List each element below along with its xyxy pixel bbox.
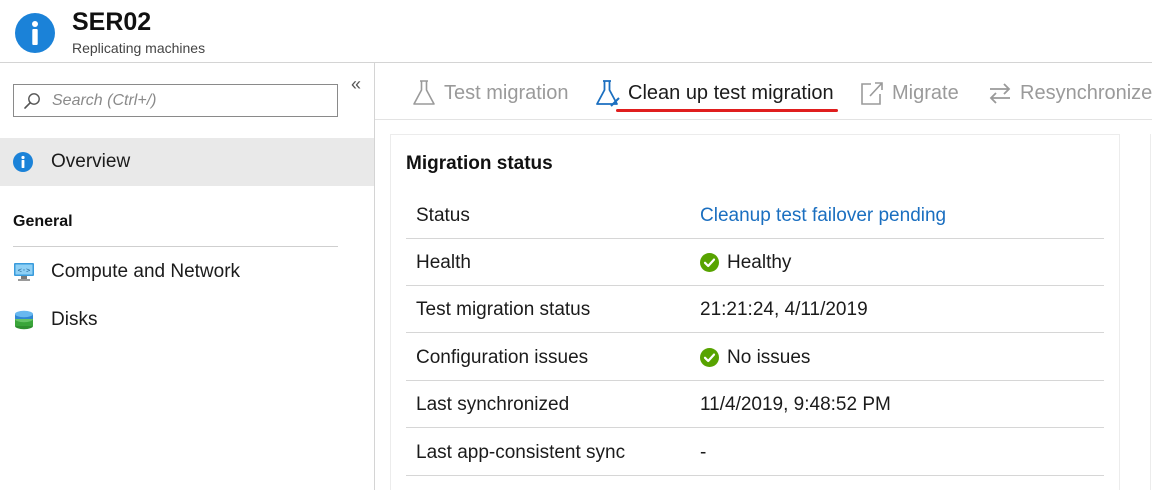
row-value: - bbox=[700, 442, 707, 463]
row-value: Healthy bbox=[727, 252, 792, 273]
button-label: Test migration bbox=[444, 82, 569, 104]
panel-edge bbox=[1150, 134, 1151, 490]
external-link-icon bbox=[861, 82, 883, 105]
compute-network-icon: <·> bbox=[14, 263, 34, 281]
sidebar-item-label: Compute and Network bbox=[51, 261, 241, 282]
migrate-button[interactable]: Migrate bbox=[859, 79, 969, 109]
row-divider bbox=[406, 332, 1104, 333]
row-divider bbox=[406, 475, 1104, 476]
panel-title: Migration status bbox=[406, 153, 553, 174]
row-key: Last app-consistent sync bbox=[416, 442, 626, 463]
resynchronize-button[interactable]: Resynchronize bbox=[987, 79, 1152, 109]
toolbar-divider bbox=[375, 119, 1152, 120]
row-key: Health bbox=[416, 252, 471, 273]
search-box[interactable] bbox=[13, 84, 338, 117]
test-migration-status-row: Test migration status 21:21:24, 4/11/201… bbox=[406, 286, 1104, 333]
highlight-underline bbox=[616, 109, 838, 112]
row-value: 11/4/2019, 9:48:52 PM bbox=[700, 394, 891, 415]
disks-icon bbox=[15, 310, 33, 330]
resync-arrows-icon bbox=[989, 83, 1011, 104]
flask-icon bbox=[413, 80, 435, 105]
sidebar-item-label: Overview bbox=[51, 151, 131, 172]
info-icon bbox=[13, 152, 33, 172]
button-label: Clean up test migration bbox=[628, 82, 834, 104]
configuration-issues-row: Configuration issues No issues bbox=[406, 334, 1104, 381]
section-divider bbox=[13, 246, 338, 247]
sidebar-section-general: General bbox=[13, 213, 73, 230]
test-migration-button[interactable]: Test migration bbox=[411, 79, 571, 109]
row-key: Test migration status bbox=[416, 299, 591, 320]
check-circle-icon bbox=[700, 348, 719, 367]
sidebar-item-compute-network[interactable]: <·> Compute and Network bbox=[0, 250, 374, 294]
button-label: Migrate bbox=[892, 82, 959, 104]
clean-up-test-migration-button[interactable]: Clean up test migration bbox=[595, 79, 835, 109]
search-input[interactable] bbox=[52, 89, 332, 113]
page-header: SER02 Replicating machines bbox=[0, 0, 1152, 62]
last-app-consistent-sync-row: Last app-consistent sync - bbox=[406, 429, 1104, 476]
flask-cleanup-icon bbox=[596, 80, 620, 107]
row-value: 21:21:24, 4/11/2019 bbox=[700, 299, 868, 320]
svg-text:<·>: <·> bbox=[18, 267, 31, 275]
collapse-sidebar-button[interactable]: « bbox=[346, 74, 366, 94]
search-icon bbox=[24, 93, 40, 109]
status-row: Status Cleanup test failover pending bbox=[406, 192, 1104, 239]
sidebar-item-disks[interactable]: Disks bbox=[0, 298, 374, 342]
row-key: Configuration issues bbox=[416, 347, 589, 368]
last-synchronized-row: Last synchronized 11/4/2019, 9:48:52 PM bbox=[406, 381, 1104, 428]
check-circle-icon bbox=[700, 253, 719, 272]
page-title: SER02 bbox=[72, 8, 152, 36]
sidebar-divider bbox=[374, 63, 375, 490]
row-value: No issues bbox=[727, 347, 811, 368]
button-label: Resynchronize bbox=[1020, 82, 1152, 104]
row-key: Last synchronized bbox=[416, 394, 570, 415]
info-icon bbox=[15, 13, 55, 53]
row-key: Status bbox=[416, 205, 470, 226]
sidebar-item-overview[interactable]: Overview bbox=[0, 138, 374, 186]
page-subtitle: Replicating machines bbox=[72, 40, 206, 56]
status-link[interactable]: Cleanup test failover pending bbox=[700, 205, 946, 227]
row-divider bbox=[406, 427, 1104, 428]
sidebar-item-label: Disks bbox=[51, 309, 98, 330]
health-row: Health Healthy bbox=[406, 239, 1104, 286]
